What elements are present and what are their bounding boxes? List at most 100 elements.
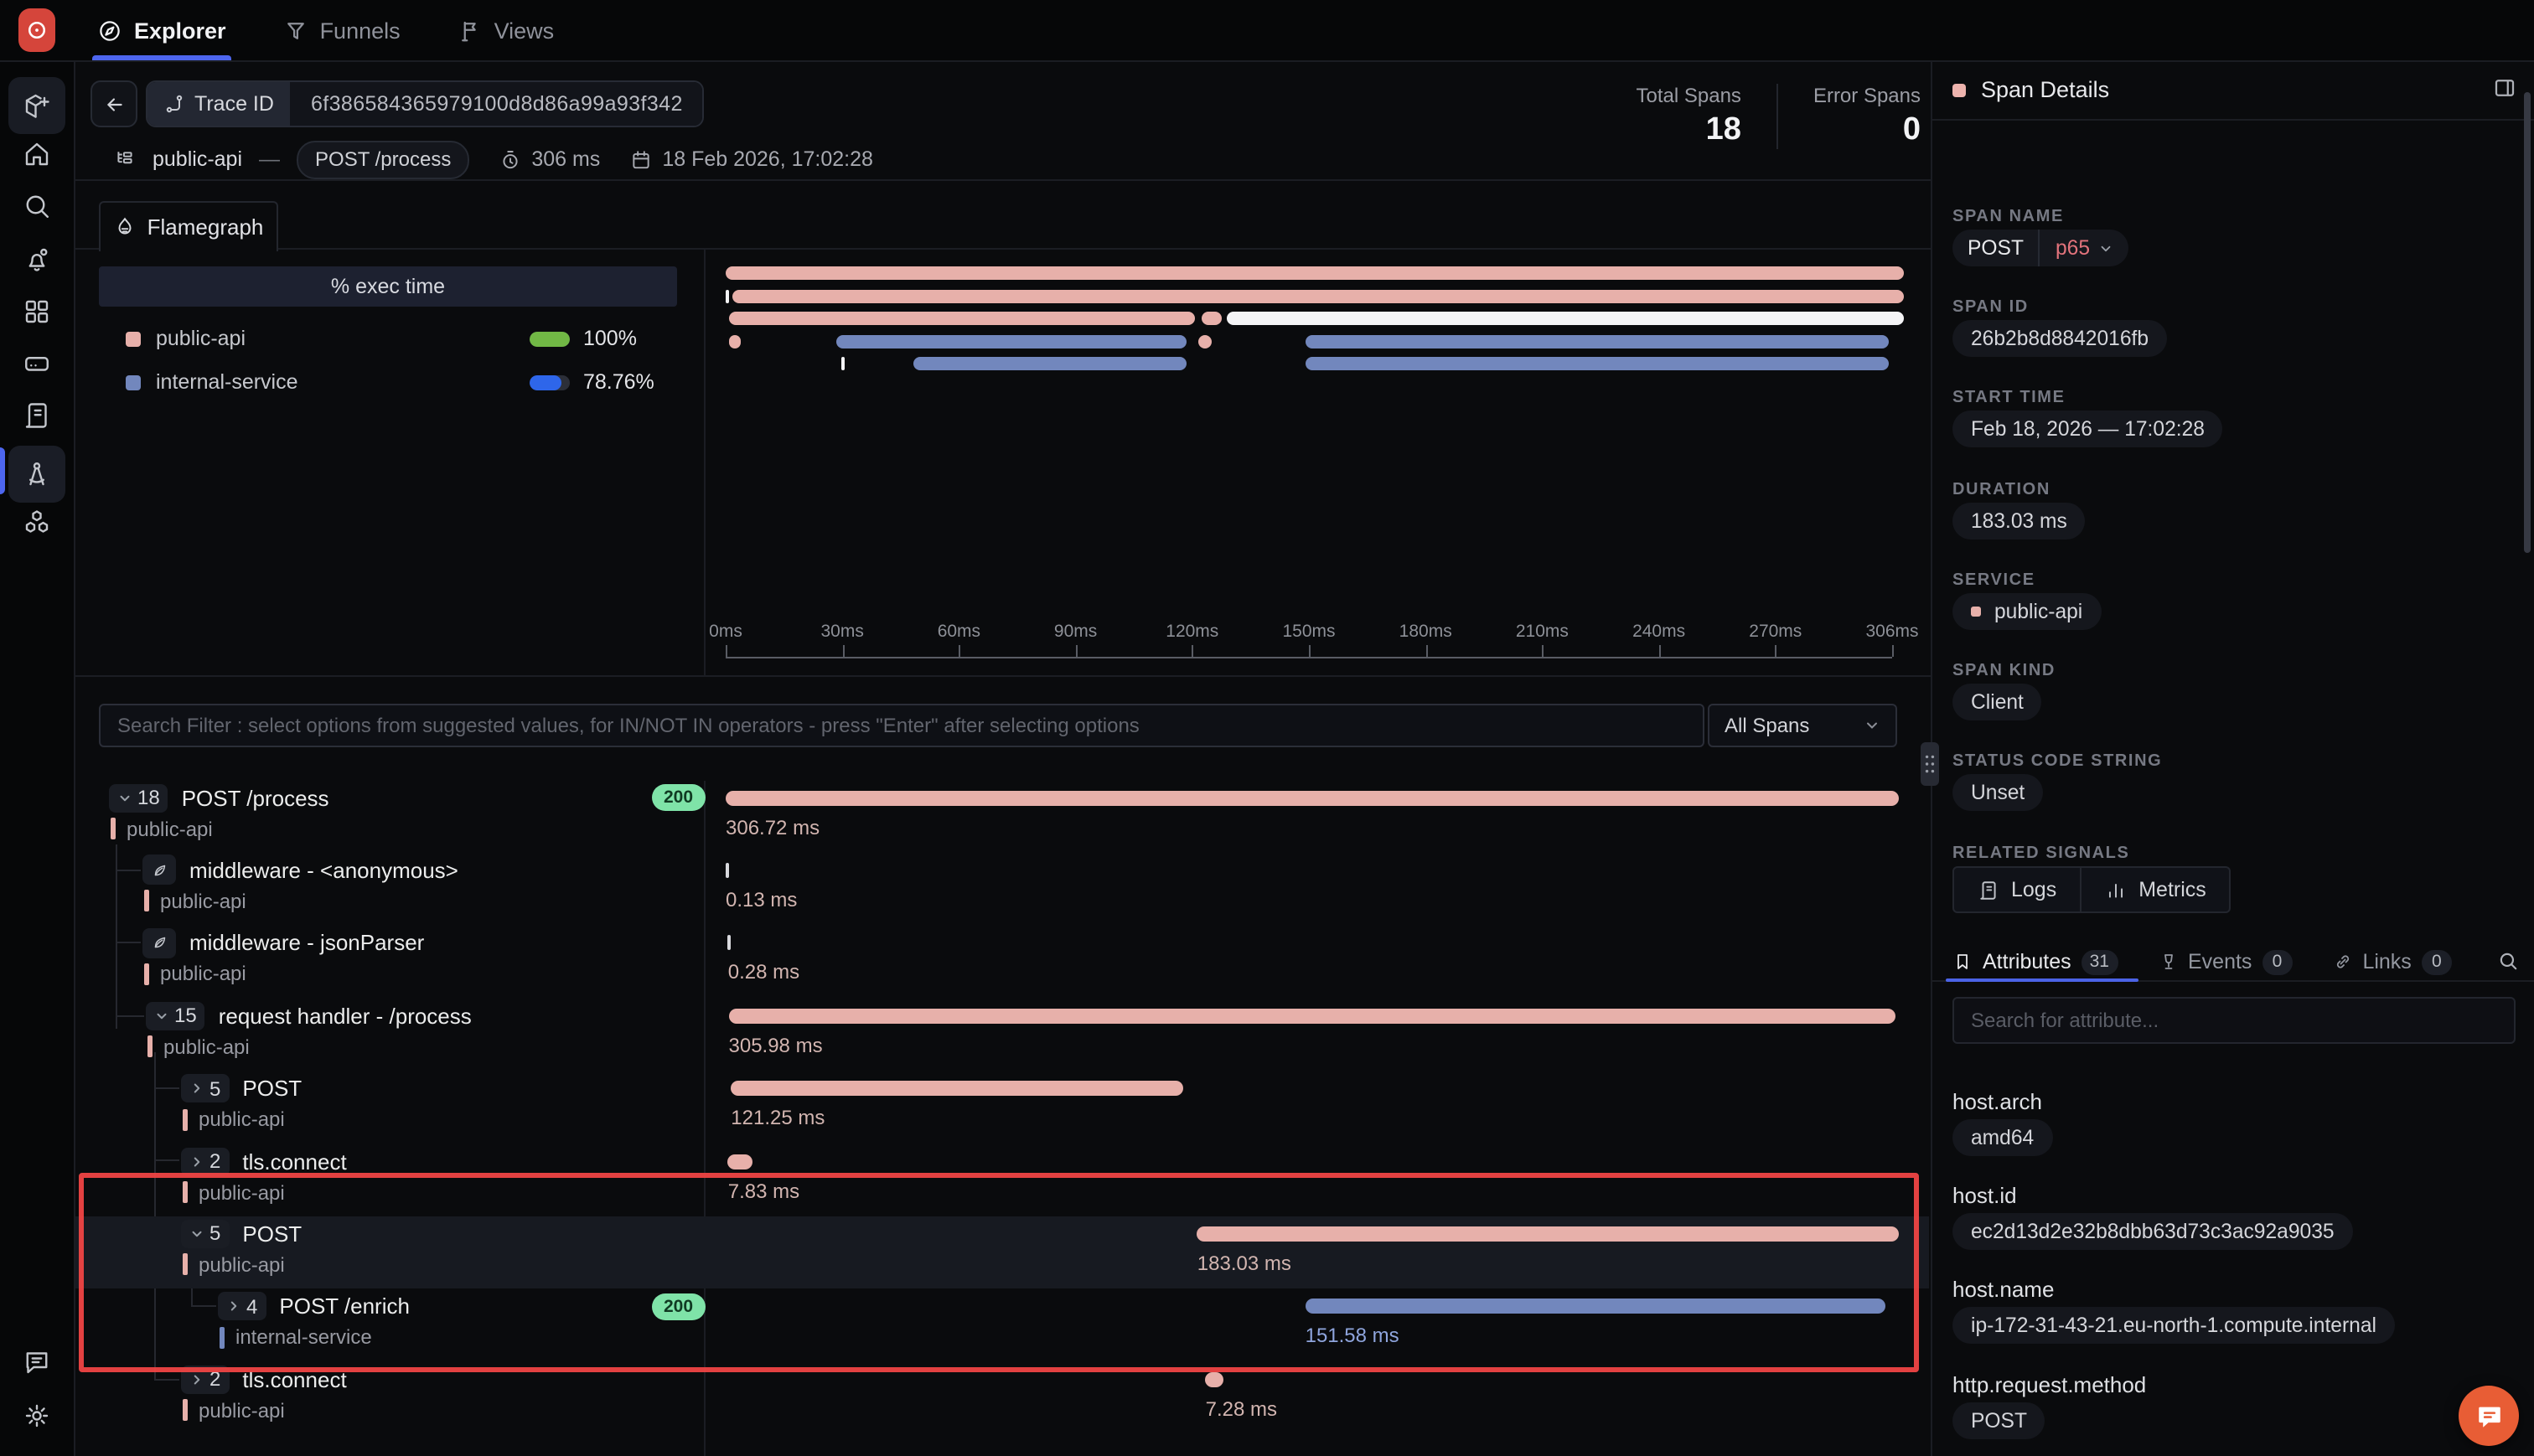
span-row[interactable]: 18POST /process200public-api306.72 ms <box>74 781 1929 853</box>
flame-span-bar[interactable] <box>1198 334 1211 348</box>
sidebar-item-traces[interactable] <box>8 446 65 503</box>
flame-span-bar[interactable] <box>726 266 1904 280</box>
sidebar-item-home[interactable] <box>12 129 62 179</box>
span-name[interactable]: POST /process <box>182 785 329 810</box>
legend-swatch <box>126 374 141 390</box>
collapse-panel-icon[interactable] <box>2492 75 2517 101</box>
waterfall-bar[interactable] <box>726 790 1899 805</box>
flame-span-bar[interactable] <box>841 357 845 370</box>
span-row[interactable]: 4POST /enrich200internal-service151.58 m… <box>74 1290 1929 1362</box>
flame-span-bar[interactable] <box>836 334 1187 348</box>
span-duration-label: 0.13 ms <box>726 888 797 911</box>
expand-collapse-chip[interactable]: 5 <box>181 1074 229 1102</box>
flame-span-bar[interactable] <box>1228 312 1904 325</box>
attribute-search-input[interactable] <box>1952 997 2516 1044</box>
span-row[interactable]: 2tls.connectpublic-api7.83 ms <box>74 1144 1929 1216</box>
span-row[interactable]: middleware - <anonymous>public-api0.13 m… <box>74 854 1929 926</box>
span-row[interactable]: middleware - jsonParserpublic-api0.28 ms <box>74 927 1929 999</box>
span-row[interactable]: 15request handler - /processpublic-api30… <box>74 999 1929 1071</box>
expand-collapse-chip[interactable]: 5 <box>181 1220 229 1248</box>
span-name[interactable]: middleware - <anonymous> <box>189 858 458 883</box>
tab-flamegraph[interactable]: Flamegraph <box>99 201 278 251</box>
flame-span-bar[interactable] <box>729 334 741 348</box>
sidebar-item-cubes[interactable] <box>12 498 62 548</box>
waterfall-bar[interactable] <box>726 863 729 878</box>
span-service-name: public-api <box>199 1253 285 1277</box>
span-scope-select[interactable]: All Spans <box>1708 704 1897 747</box>
span-name[interactable]: POST /enrich <box>279 1294 410 1319</box>
span-name[interactable]: POST <box>242 1076 302 1101</box>
sidebar-item-server[interactable] <box>12 338 62 389</box>
help-chat-button[interactable] <box>2459 1386 2519 1446</box>
attribute-value-pill[interactable]: ec2d13d2e32b8dbb63d73c3ac92a9035 <box>1952 1213 2353 1250</box>
waterfall-bar[interactable] <box>1197 1226 1899 1242</box>
waterfall-bar[interactable] <box>728 1154 752 1169</box>
axis-tick <box>1776 645 1777 657</box>
nav-tab-views[interactable]: Views <box>458 0 555 60</box>
legend-item-public-api[interactable]: public-api100% <box>99 322 677 355</box>
span-name-pill[interactable]: POSTp65 <box>1952 230 2128 266</box>
expand-collapse-chip[interactable]: 2 <box>181 1365 229 1393</box>
nav-tab-explorer[interactable]: Explorer <box>97 0 226 60</box>
sidebar-item-scroll[interactable] <box>12 390 62 441</box>
flame-span-bar[interactable] <box>1202 312 1222 325</box>
sidebar-item-search[interactable] <box>12 181 62 231</box>
back-button[interactable] <box>90 80 137 127</box>
waterfall-bar[interactable] <box>729 1008 1896 1023</box>
axis-tick <box>726 645 727 657</box>
tab-count-badge: 31 <box>2082 949 2118 974</box>
span-row[interactable]: 2tls.connectpublic-api7.28 ms <box>74 1362 1929 1434</box>
sidebar-item-package-plus[interactable] <box>8 77 65 134</box>
attribute-value-pill[interactable]: amd64 <box>1952 1119 2052 1156</box>
expand-collapse-chip[interactable]: 18 <box>109 783 168 812</box>
trace-id-chip[interactable]: Trace ID 6f386584365979100d8d86a99a93f34… <box>146 80 705 127</box>
flame-span-bar[interactable] <box>913 357 1187 370</box>
sidebar-item-bell[interactable] <box>12 235 62 285</box>
root-span-chip[interactable]: POST /process <box>297 140 469 178</box>
span-name[interactable]: request handler - /process <box>219 1003 472 1028</box>
span-row[interactable]: 5POSTpublic-api183.03 ms <box>74 1217 1929 1289</box>
traces-icon <box>22 459 52 489</box>
flame-span-bar[interactable] <box>1306 357 1889 370</box>
waterfall-bar[interactable] <box>731 1081 1183 1096</box>
attribute-value-pill[interactable]: POST <box>1952 1402 2045 1438</box>
nav-tab-funnels[interactable]: Funnels <box>283 0 401 60</box>
flamegraph-canvas[interactable]: 0ms30ms60ms90ms120ms150ms180ms210ms240ms… <box>706 248 1929 675</box>
expand-collapse-chip[interactable]: 15 <box>146 1001 205 1030</box>
span-name[interactable]: tls.connect <box>242 1366 346 1391</box>
sidebar-item-gear[interactable] <box>12 1391 62 1441</box>
waterfall-bar[interactable] <box>1306 1299 1885 1314</box>
tab-attributes[interactable]: Attributes31 <box>1952 949 2118 974</box>
span-name[interactable]: POST <box>242 1221 302 1247</box>
search-filter-input[interactable] <box>99 704 1704 747</box>
legend-item-internal-service[interactable]: internal-service78.76% <box>99 365 677 399</box>
panel-resize-handle[interactable] <box>1921 742 1939 786</box>
expand-collapse-chip[interactable]: 4 <box>218 1293 266 1321</box>
flame-span-bar[interactable] <box>1306 334 1889 348</box>
scrollbar-thumb[interactable] <box>2524 92 2531 553</box>
waterfall-bar[interactable] <box>1206 1371 1224 1386</box>
expand-collapse-chip[interactable]: 2 <box>181 1147 229 1175</box>
span-name[interactable]: middleware - jsonParser <box>189 931 424 956</box>
bookmark-icon <box>1952 952 1973 972</box>
sidebar-item-grid[interactable] <box>12 287 62 337</box>
flame-span-bar[interactable] <box>729 312 1194 325</box>
status-badge: 200 <box>652 784 705 811</box>
span-name[interactable]: tls.connect <box>242 1149 346 1174</box>
span-row[interactable]: 5POSTpublic-api121.25 ms <box>74 1071 1929 1144</box>
flame-span-bar[interactable] <box>726 289 729 302</box>
legend-percent-bar <box>530 331 570 346</box>
attribute-search-icon[interactable] <box>2497 950 2519 972</box>
metrics-button[interactable]: Metrics <box>2082 866 2231 913</box>
waterfall-bar[interactable] <box>728 936 732 951</box>
brand-logo-icon[interactable] <box>18 8 55 52</box>
sidebar-item-chat[interactable] <box>12 1337 62 1387</box>
tab-links[interactable]: Links0 <box>2332 949 2451 974</box>
error-spans-label: Error Spans <box>1813 84 1921 107</box>
logs-button[interactable]: Logs <box>1952 866 2082 913</box>
tab-events[interactable]: Events0 <box>2158 949 2292 974</box>
attribute-value-pill[interactable]: ip-172-31-43-21.eu-north-1.compute.inter… <box>1952 1308 2395 1345</box>
flame-span-bar[interactable] <box>732 289 1904 302</box>
axis-tick-label: 180ms <box>1399 622 1452 642</box>
attribute-key: host.arch <box>1952 1089 2042 1114</box>
